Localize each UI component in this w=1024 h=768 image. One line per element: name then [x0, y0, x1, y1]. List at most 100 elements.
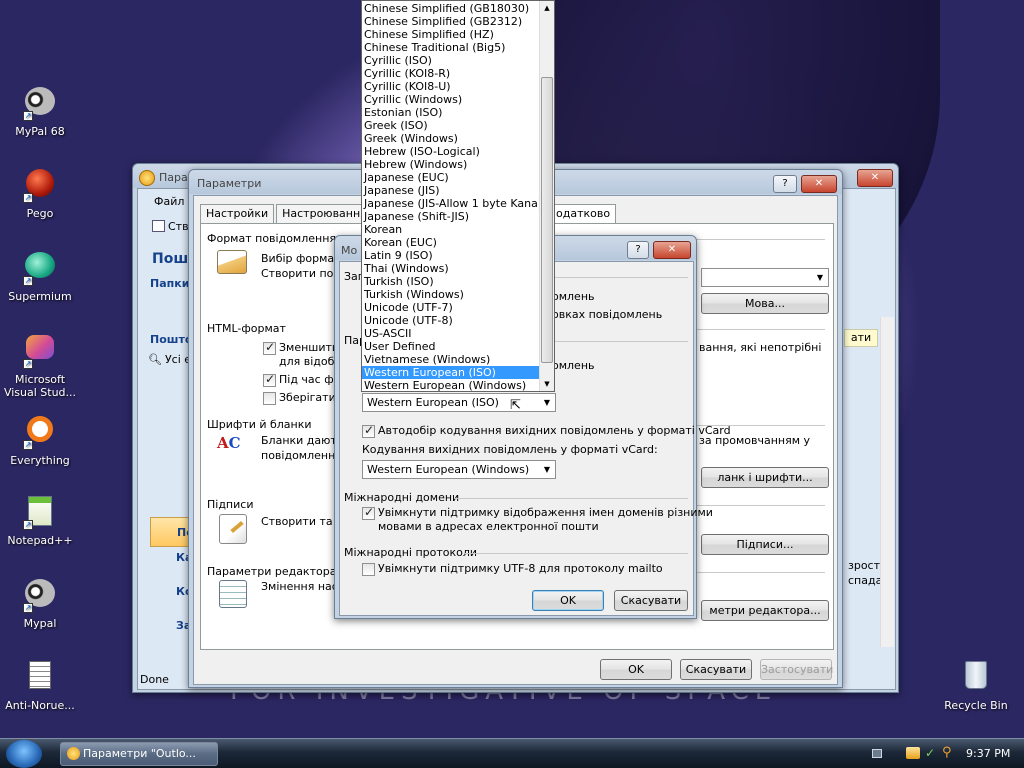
search-icon: 🔍︎ — [148, 353, 162, 366]
html-check-forward[interactable] — [263, 372, 276, 387]
desktop-icon-pego[interactable]: ↗ Pego — [0, 166, 80, 220]
scroll-up-icon[interactable]: ▲ — [540, 1, 554, 15]
dropdown-option[interactable]: Thai (Windows) — [362, 262, 539, 275]
dropdown-option[interactable]: Turkish (ISO) — [362, 275, 539, 288]
scroll-thumb[interactable] — [541, 77, 553, 363]
params-ok-button[interactable]: OK — [600, 659, 672, 680]
dropdown-option[interactable]: Estonian (ISO) — [362, 106, 539, 119]
language-close-button[interactable]: ✕ — [653, 241, 691, 259]
dropdown-option[interactable]: Japanese (Shift-JIS) — [362, 210, 539, 223]
desktop-icon-notepadpp[interactable]: ↗ Notepad++ — [0, 494, 80, 547]
dropdown-option[interactable]: Greek (Windows) — [362, 132, 539, 145]
supermium-icon: ↗ — [23, 252, 57, 286]
dropdown-option[interactable]: User Defined — [362, 340, 539, 353]
tray-search-icon[interactable]: ⚲ — [942, 745, 952, 760]
params-close-button[interactable]: ✕ — [801, 175, 837, 193]
raccoon-icon: ↗ — [23, 579, 57, 613]
show-desktop-icon[interactable] — [872, 749, 882, 758]
dropdown-option[interactable]: Chinese Simplified (GB2312) — [362, 15, 539, 28]
dropdown-option[interactable]: Chinese Traditional (Big5) — [362, 41, 539, 54]
dropdown-option[interactable]: Chinese Simplified (HZ) — [362, 28, 539, 41]
signatures-button[interactable]: Підписи... — [701, 534, 829, 555]
scroll-down-icon[interactable]: ▼ — [540, 377, 554, 391]
dropdown-option[interactable]: Turkish (Windows) — [362, 288, 539, 301]
editor-options-icon — [219, 580, 247, 608]
clock[interactable]: 9:37 PM — [966, 747, 1010, 760]
dropdown-scrollbar[interactable]: ▲ ▼ — [539, 1, 554, 391]
desktop-icon-visual-studio[interactable]: ↗ Microsoft Visual Stud... — [0, 330, 80, 399]
dropdown-option[interactable]: Cyrillic (KOI8-R) — [362, 67, 539, 80]
dropdown-option[interactable]: Hebrew (Windows) — [362, 158, 539, 171]
dropdown-option[interactable]: Japanese (EUC) — [362, 171, 539, 184]
domains-label-2: мовами в адресах електронної пошти — [378, 520, 599, 533]
dropdown-option[interactable]: Cyrillic (Windows) — [362, 93, 539, 106]
utf8-mailto-checkbox[interactable] — [362, 563, 375, 576]
vcard-auto-checkbox[interactable] — [362, 423, 375, 438]
desktop-icon-mypal[interactable]: ↗ Mypal — [0, 576, 80, 630]
dropdown-option[interactable]: Greek (ISO) — [362, 119, 539, 132]
dropdown-option[interactable]: US-ASCII — [362, 327, 539, 340]
toolbar-new[interactable]: Ств — [152, 220, 189, 233]
dropdown-option[interactable]: Unicode (UTF-8) — [362, 314, 539, 327]
language-ok-button[interactable]: OK — [532, 590, 604, 611]
html-check-keep[interactable] — [263, 392, 276, 405]
dropdown-option[interactable]: Japanese (JIS-Allow 1 byte Kana) — [362, 197, 542, 210]
params-help-button[interactable]: ? — [773, 175, 797, 193]
menu-file[interactable]: Файл — [154, 195, 184, 208]
tab-settings[interactable]: Настройки — [200, 204, 275, 223]
dropdown-option[interactable]: Vietnamese (Windows) — [362, 353, 539, 366]
nav-side-calendar[interactable]: Ка — [150, 551, 192, 564]
tray-network-icon[interactable]: ✓ — [925, 746, 935, 760]
desktop-icon-anti-norue[interactable]: Anti-Norue... — [0, 658, 80, 712]
outlook-close-button[interactable]: ✕ — [857, 169, 893, 187]
dropdown-option[interactable]: Japanese (JIS) — [362, 184, 539, 197]
tab-additional[interactable]: одатково — [550, 204, 617, 223]
encoding-dropdown-list[interactable]: Chinese Simplified (GB18030) Chinese Simp… — [361, 0, 555, 392]
dropdown-option[interactable]: Korean (EUC) — [362, 236, 539, 249]
language-help-button[interactable]: ? — [627, 241, 649, 259]
fonts-abc-icon: AC — [217, 434, 241, 452]
dropdown-option[interactable]: Cyrillic (ISO) — [362, 54, 539, 67]
taskbar-item-params[interactable]: Параметри "Outlo... — [60, 742, 218, 766]
right-pane-text-2: спада — [848, 574, 883, 587]
editor-options-button[interactable]: метри редактора... — [701, 600, 829, 621]
stationery-fonts-button[interactable]: ланк і шрифти... — [701, 467, 829, 488]
right-pane-button[interactable]: ати — [844, 329, 878, 347]
desktop-icon-supermium[interactable]: ↗ Supermium — [0, 248, 80, 303]
desktop-icon-mypal68[interactable]: ↗ MyPal 68 — [0, 84, 80, 138]
dropdown-option[interactable]: Latin 9 (ISO) — [362, 249, 539, 262]
domains-checkbox[interactable] — [362, 505, 375, 520]
dropdown-option[interactable]: Western European (Windows) — [362, 379, 539, 391]
nav-side-contacts[interactable]: Ко — [150, 585, 193, 598]
dropdown-option[interactable]: Chinese Simplified (GB18030) — [362, 2, 539, 15]
utf8-mailto-label: Увімкнути підтримку UTF-8 для протоколу … — [378, 562, 663, 575]
params-cancel-button[interactable]: Скасувати — [680, 659, 752, 680]
tray-outlook-icon[interactable] — [906, 747, 920, 759]
format-select[interactable]: ▼ — [701, 268, 829, 287]
dropdown-option[interactable]: Unicode (UTF-7) — [362, 301, 539, 314]
separator — [464, 553, 688, 554]
html-check-reduce[interactable] — [263, 340, 276, 355]
right-pane-text-1: зрост — [848, 559, 881, 572]
section-signatures: Підписи — [207, 498, 254, 511]
dropdown-option[interactable]: Cyrillic (KOI8-U) — [362, 80, 539, 93]
nav-side-mail[interactable]: По — [150, 517, 190, 547]
language-button[interactable]: Мова... — [701, 293, 829, 314]
dropdown-option[interactable]: Western European (ISO) — [362, 366, 539, 379]
encoding-select[interactable]: Western European (ISO) ▼ — [362, 393, 556, 412]
envelope-icon — [217, 250, 247, 274]
vcard-encoding-select[interactable]: Western European (Windows) ▼ — [362, 460, 556, 479]
desktop-icon-everything[interactable]: ↗ Everything — [0, 412, 80, 467]
nav-side-tasks[interactable]: За — [150, 619, 191, 632]
start-button[interactable] — [6, 740, 42, 768]
tab-customization[interactable]: Настроювання по — [276, 204, 369, 223]
dropdown-option[interactable]: Korean — [362, 223, 539, 236]
domains-label: Увімкнути підтримку відображення імен до… — [378, 506, 713, 519]
params-apply-button[interactable]: Застосувати — [760, 659, 833, 680]
outlook-scrollbar[interactable] — [880, 317, 894, 647]
params-tabs: Настройки Настроювання по — [200, 204, 370, 223]
dropdown-option[interactable]: Hebrew (ISO-Logical) — [362, 145, 539, 158]
desktop-icon-recycle-bin[interactable]: Recycle Bin — [936, 658, 1016, 712]
nav-all-items[interactable]: 🔍︎ Усі е — [148, 353, 191, 366]
language-cancel-button[interactable]: Скасувати — [614, 590, 688, 611]
